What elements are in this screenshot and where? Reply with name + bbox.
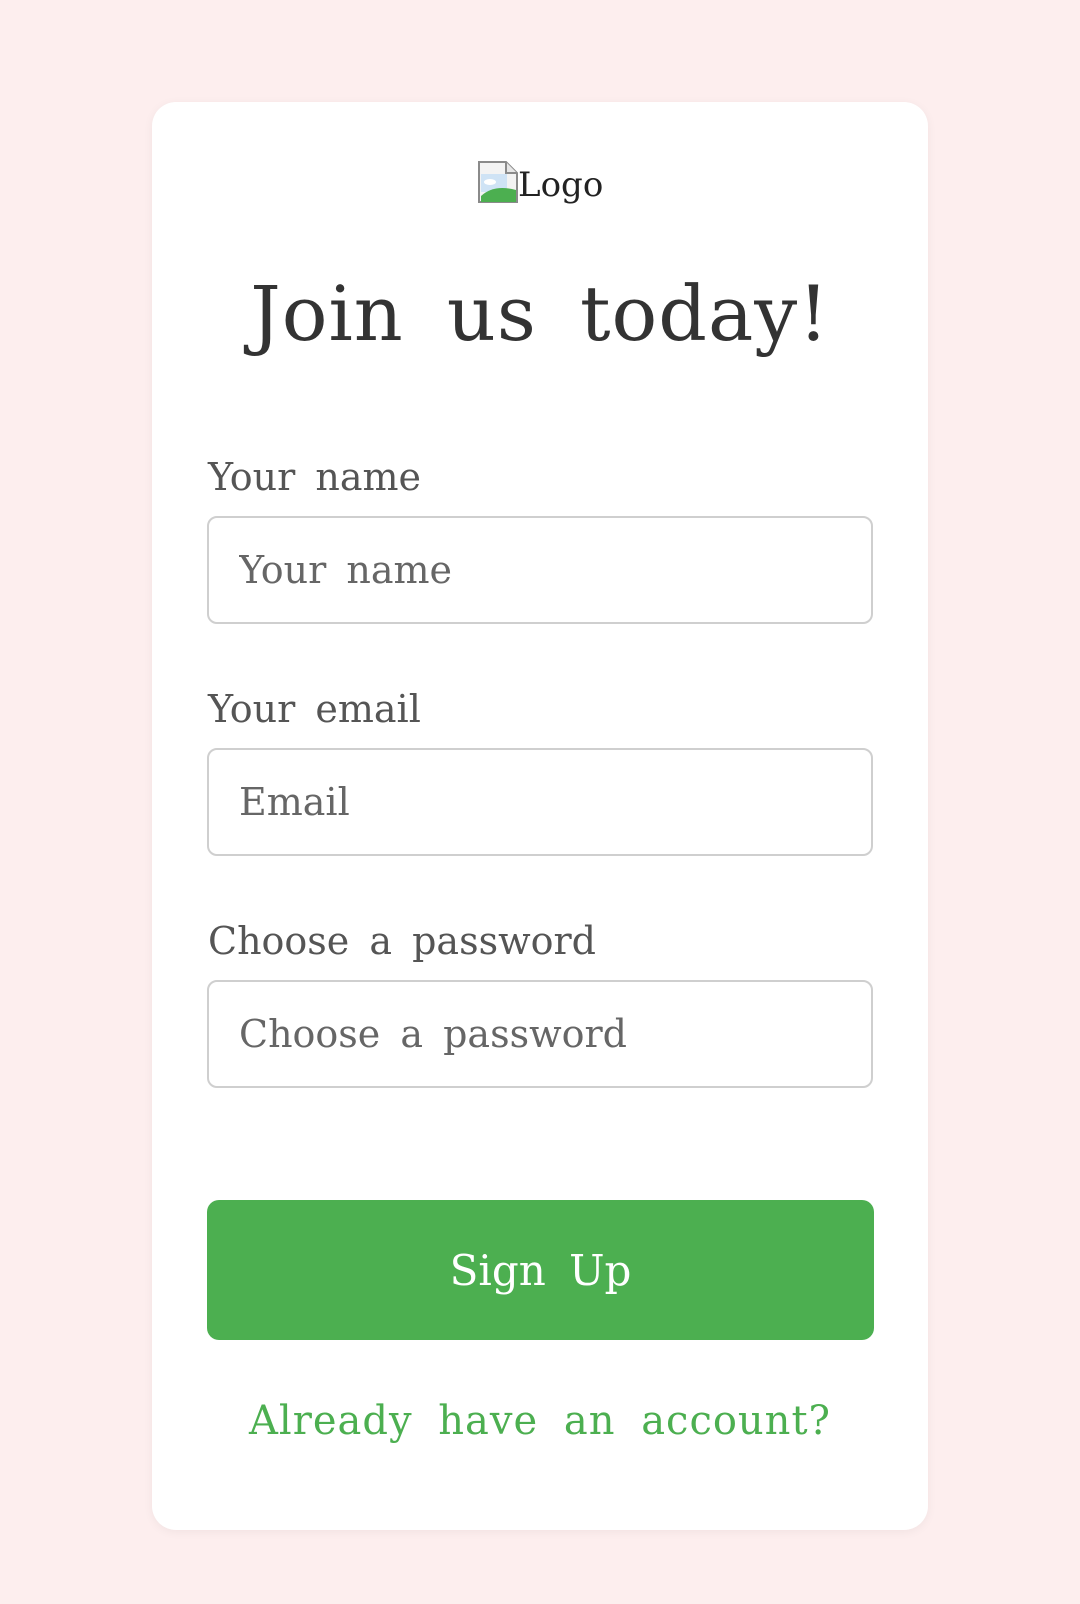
login-link[interactable]: Already have an account? (152, 1398, 928, 1444)
page-title: Join us today! (250, 269, 830, 358)
email-input[interactable] (207, 748, 873, 856)
broken-image-icon (476, 160, 520, 204)
logo: Logo (476, 156, 603, 204)
password-input[interactable] (207, 980, 873, 1088)
email-label: Your email (208, 687, 421, 731)
password-label: Choose a password (208, 919, 596, 963)
sign-up-button[interactable]: Sign Up (207, 1200, 874, 1340)
name-label: Your name (208, 455, 422, 499)
name-input[interactable] (207, 516, 873, 624)
logo-alt-text: Logo (518, 165, 604, 205)
